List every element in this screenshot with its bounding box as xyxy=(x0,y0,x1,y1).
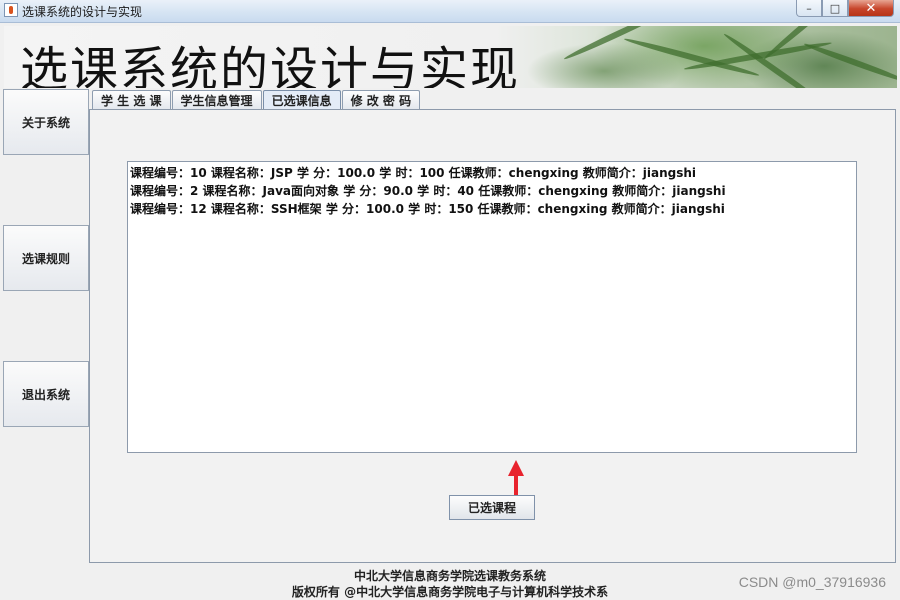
palm-leaf-decoration xyxy=(802,41,897,85)
palm-leaf-decoration xyxy=(562,26,675,62)
tab-selected-courses[interactable]: 已选课信息 xyxy=(262,90,341,109)
selected-courses-textarea[interactable]: 课程编号：10 课程名称：JSP 学 分：100.0 学 时：100 任课教师：… xyxy=(127,161,857,453)
sidebar-item-rules[interactable]: 选课规则 xyxy=(3,225,89,291)
window-title: 选课系统的设计与实现 xyxy=(22,5,143,19)
banner-title: 选课系统的设计与实现 xyxy=(20,42,521,88)
maximize-button[interactable]: □ xyxy=(822,0,848,17)
course-line: 课程编号：12 课程名称：SSH框架 学 分：100.0 学 时：150 任课教… xyxy=(130,202,725,216)
tab-change-password[interactable]: 修 改 密 码 xyxy=(341,90,421,109)
window-title-bar[interactable]: 选课系统的设计与实现 – □ ✕ xyxy=(0,0,900,23)
minimize-button[interactable]: – xyxy=(796,0,822,17)
course-line: 课程编号：2 课程名称：Java面向对象 学 分：90.0 学 时：40 任课教… xyxy=(130,184,726,198)
sidebar-item-about[interactable]: 关于系统 xyxy=(3,89,89,155)
close-button[interactable]: ✕ xyxy=(848,0,894,17)
watermark: CSDN @m0_37916936 xyxy=(738,574,886,590)
selected-courses-button[interactable]: 已选课程 xyxy=(449,495,535,520)
tab-bar: 学 生 选 课 学生信息管理 已选课信息 修 改 密 码 xyxy=(92,90,421,110)
java-cup-icon xyxy=(4,3,18,17)
course-line: 课程编号：10 课程名称：JSP 学 分：100.0 学 时：100 任课教师：… xyxy=(130,166,697,180)
tab-student-info[interactable]: 学生信息管理 xyxy=(171,90,262,109)
sidebar-item-exit[interactable]: 退出系统 xyxy=(3,361,89,427)
header-banner: 选课系统的设计与实现 xyxy=(4,26,897,88)
tab-course-selection[interactable]: 学 生 选 课 xyxy=(92,90,171,109)
